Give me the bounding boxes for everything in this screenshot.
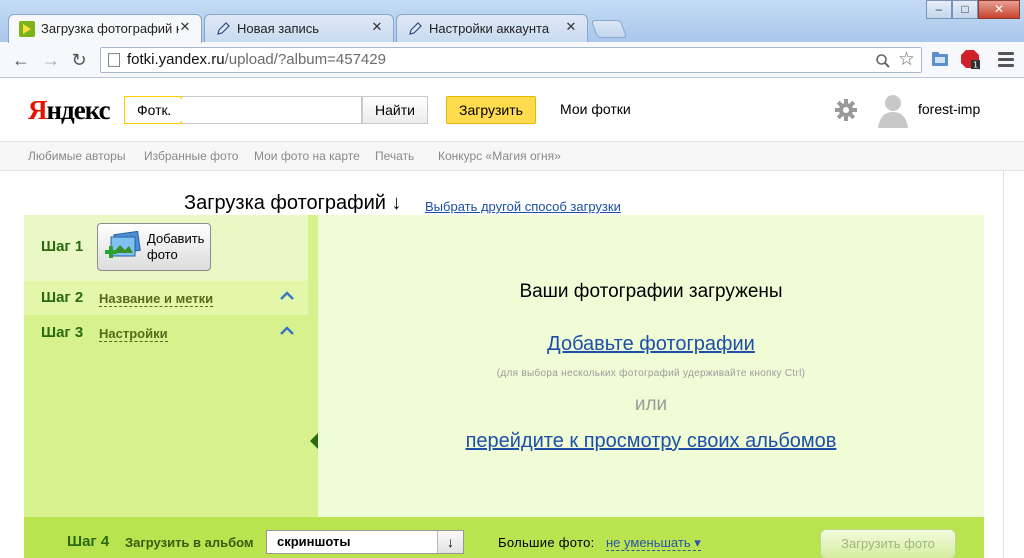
tab-close-icon[interactable]: ✕	[178, 20, 192, 34]
adblock-extension-icon[interactable]: 1	[960, 49, 980, 69]
step2-label: Шаг 2	[41, 289, 84, 306]
step3-label: Шаг 3	[41, 324, 84, 341]
tab-account-settings[interactable]: Настройки аккаунта ✕	[396, 14, 588, 42]
uploaded-message: Ваши фотографии загружены	[519, 281, 783, 302]
pencil-icon	[217, 22, 230, 35]
username[interactable]: forest-imp	[918, 101, 980, 117]
panel-pointer-arrow-icon	[310, 433, 318, 449]
upload-photos-submit-button[interactable]: Загрузить фото	[820, 529, 956, 558]
url-path: /upload/?album=457429	[224, 51, 386, 68]
search-form: Фотки Найти	[124, 96, 428, 124]
subnav-contest[interactable]: Конкурс «Магия огня»	[438, 149, 561, 163]
browser-titlebar: Загрузка фотографий на ✕ Новая запись ✕ …	[0, 0, 1024, 43]
album-label: Загрузить в альбом	[125, 535, 254, 550]
upload-button[interactable]: Загрузить	[446, 96, 536, 124]
service-tag[interactable]: Фотки	[124, 96, 182, 124]
step2-row[interactable]: Шаг 2 Название и метки	[24, 281, 308, 315]
minimize-button[interactable]: –	[926, 0, 952, 19]
step3-row[interactable]: Шаг 3 Настройки	[24, 316, 308, 350]
album-select-value: скриншоты	[277, 534, 351, 549]
add-photo-label: Добавить фото	[147, 231, 205, 262]
search-input[interactable]	[182, 96, 362, 124]
address-bar[interactable]: fotki.yandex.ru/upload/?album=457429 ☆	[100, 47, 922, 73]
ctrl-hint: (для выбора нескольких фотографий удержи…	[496, 368, 806, 379]
dropdown-arrow-icon[interactable]: ↓	[437, 531, 463, 553]
new-tab-button[interactable]	[590, 20, 628, 38]
add-photo-button[interactable]: Добавить фото	[97, 223, 211, 271]
big-photos-dropdown[interactable]: не уменьшать ▾	[606, 535, 701, 551]
album-select[interactable]: скриншоты ↓	[266, 530, 464, 554]
bookmark-star-icon[interactable]: ☆	[898, 49, 915, 71]
step3-settings-link[interactable]: Настройки	[99, 326, 168, 342]
page-scrollbar[interactable]	[1003, 171, 1024, 558]
chevron-up-icon[interactable]	[279, 288, 295, 304]
zoom-icon[interactable]	[875, 53, 891, 69]
or-text: или	[634, 394, 668, 415]
upload-result-area: Ваши фотографии загружены Добавьте фотог…	[318, 215, 984, 517]
tab-label: Загрузка фотографий на	[41, 21, 179, 36]
back-arrow-icon[interactable]: ←	[10, 49, 32, 71]
reload-icon[interactable]: ↻	[68, 49, 90, 71]
chevron-up-icon[interactable]	[279, 323, 295, 339]
tab-close-icon[interactable]: ✕	[564, 20, 578, 34]
browser-menu-icon[interactable]	[996, 49, 1016, 69]
add-photo-icon	[105, 231, 141, 258]
extension-folder-icon[interactable]	[930, 49, 950, 69]
yandex-logo[interactable]: Яндекс	[28, 95, 111, 126]
avatar[interactable]	[876, 92, 910, 128]
tab-close-icon[interactable]: ✕	[370, 20, 384, 34]
subnav-favorite-photos[interactable]: Избранные фото	[144, 149, 238, 163]
subnav-my-photos-map[interactable]: Мои фото на карте	[254, 149, 360, 163]
step2-title-tags-link[interactable]: Название и метки	[99, 291, 214, 307]
tab-upload-photos[interactable]: Загрузка фотографий на ✕	[8, 14, 202, 43]
close-window-button[interactable]: ✕	[978, 0, 1020, 19]
add-photos-link[interactable]: Добавьте фотографии	[318, 333, 984, 356]
yandex-fotki-favicon-icon	[19, 21, 35, 37]
svg-text:1: 1	[973, 61, 978, 70]
step1-row: Шаг 1 Добавить фото	[24, 215, 308, 281]
gear-icon[interactable]	[835, 99, 857, 121]
yandex-fotki-page: Яндекс Фотки Найти Загрузить Мои фотки f…	[0, 78, 1024, 558]
steps-panel: Шаг 1 Добавить фото Шаг 2 Название и метк…	[24, 215, 318, 517]
step4-label: Шаг 4	[67, 533, 110, 550]
sub-navigation: Любимые авторы Избранные фото Мои фото н…	[0, 141, 1024, 171]
subnav-print[interactable]: Печать	[375, 149, 414, 163]
other-upload-method-link[interactable]: Выбрать другой способ загрузки	[425, 199, 621, 214]
step1-label: Шаг 1	[41, 238, 84, 255]
upload-heading: Загрузка фотографий ↓	[184, 192, 402, 214]
view-albums-link[interactable]: перейдите к просмотру своих альбомов	[318, 430, 984, 453]
browser-toolbar: ← → ↻ fotki.yandex.ru/upload/?album=4574…	[0, 42, 1024, 78]
url-host: fotki.yandex.ru	[127, 51, 225, 68]
big-photos-label: Большие фото:	[498, 535, 595, 550]
my-photos-link[interactable]: Мои фотки	[560, 101, 631, 117]
search-button[interactable]: Найти	[362, 96, 428, 124]
page-icon	[108, 53, 120, 67]
subnav-favorite-authors[interactable]: Любимые авторы	[28, 149, 125, 163]
tab-new-post[interactable]: Новая запись ✕	[204, 14, 394, 42]
step4-bar: Шаг 4 Загрузить в альбом скриншоты ↓ Бол…	[24, 517, 984, 558]
pencil-icon	[409, 22, 422, 35]
forward-arrow-icon[interactable]: →	[40, 49, 62, 71]
maximize-button[interactable]: □	[952, 0, 978, 19]
